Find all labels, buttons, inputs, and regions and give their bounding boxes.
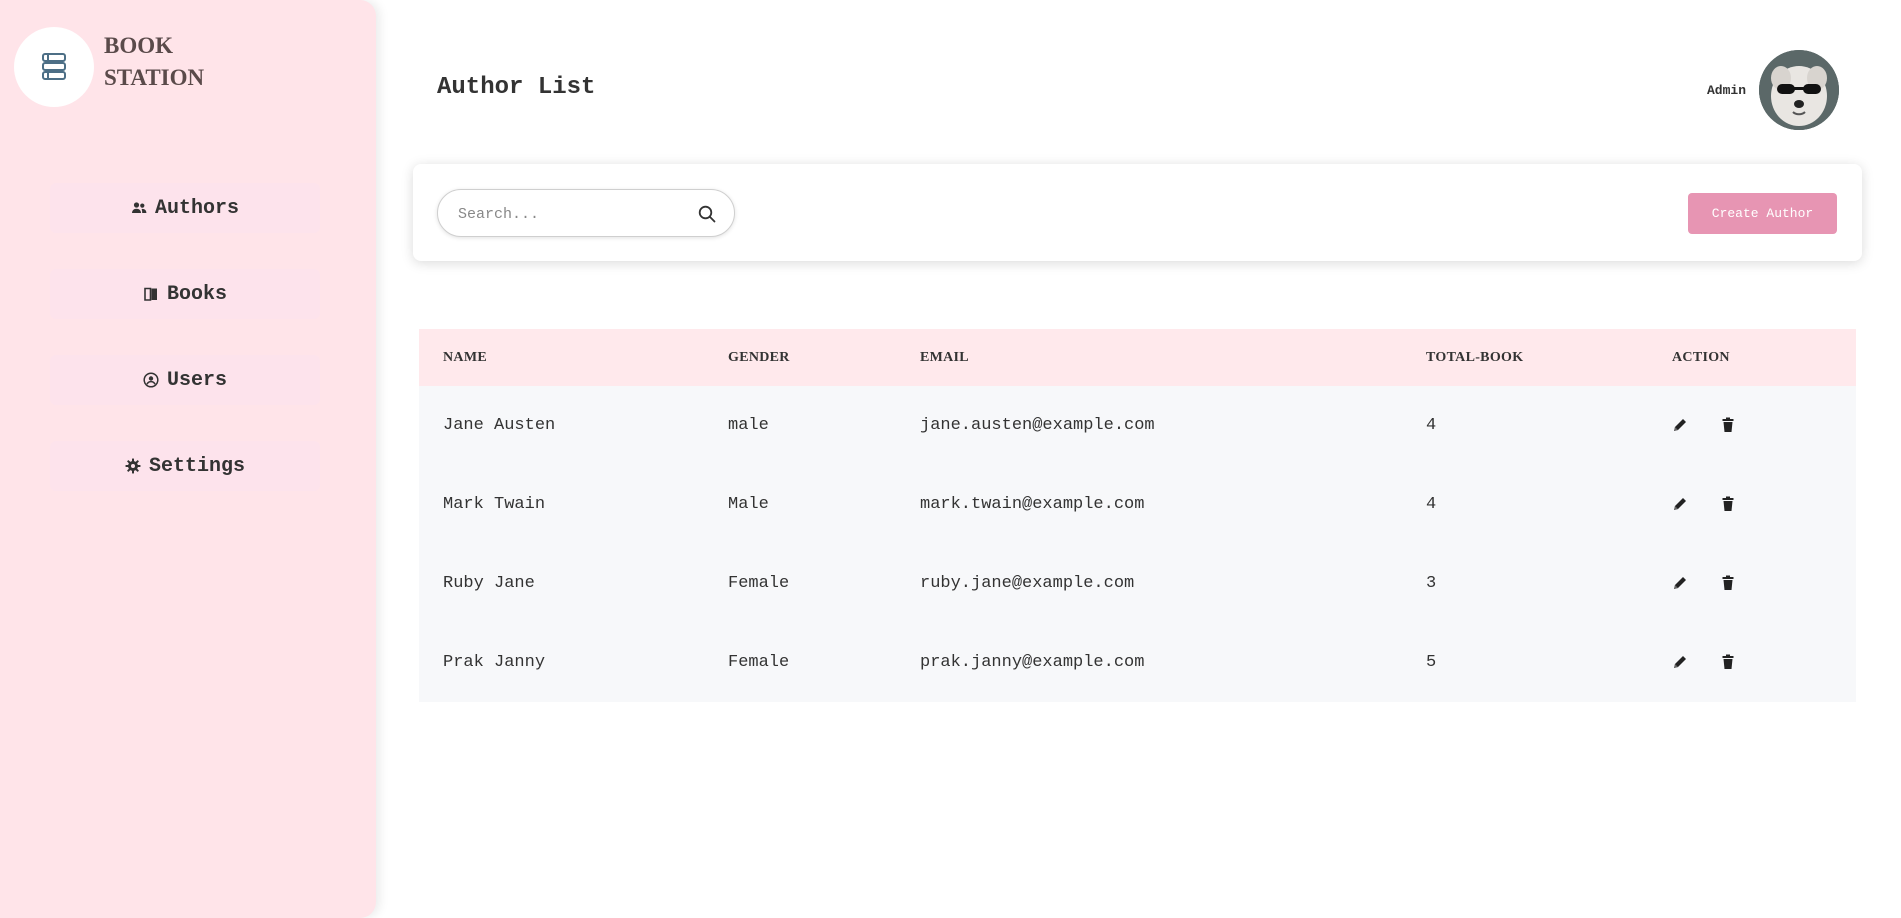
- sidebar-item-authors[interactable]: Authors: [50, 183, 320, 233]
- search-input[interactable]: [458, 202, 688, 226]
- user-circle-icon: [143, 372, 159, 388]
- cell-total-book: 4: [1426, 495, 1437, 514]
- books-stack-icon: [42, 53, 66, 80]
- column-header-email[interactable]: EMAIL: [896, 329, 1402, 386]
- cell-gender: Male: [728, 495, 769, 514]
- column-header-total-book[interactable]: TOTAL-BOOK: [1402, 329, 1648, 386]
- toolbar: Create Author: [413, 164, 1862, 261]
- cell-name: Mark Twain: [443, 495, 546, 514]
- cell-name: Ruby Jane: [443, 574, 535, 593]
- sidebar-item-users[interactable]: Users: [50, 355, 320, 405]
- cell-action: [1648, 623, 1856, 702]
- user-role-label: Admin: [1707, 83, 1747, 98]
- column-header-name[interactable]: NAME: [419, 329, 704, 386]
- cell-gender: Female: [728, 653, 790, 672]
- authors-table: NAME GENDER EMAIL TOTAL-BOOK ACTION Jane…: [419, 329, 1856, 702]
- edit-icon[interactable]: [1672, 496, 1688, 512]
- avatar[interactable]: [1759, 50, 1839, 130]
- cell-action: [1648, 465, 1856, 544]
- table-row: Prak Janny Female prak.janny@example.com…: [419, 623, 1856, 702]
- book-icon: [144, 287, 157, 301]
- search-icon[interactable]: [698, 205, 716, 223]
- create-author-button[interactable]: Create Author: [1688, 193, 1837, 234]
- sidebar-item-label: Authors: [154, 196, 239, 220]
- gear-icon: [125, 458, 141, 474]
- column-header-action: ACTION: [1672, 349, 1730, 365]
- column-header-gender[interactable]: GENDER: [704, 329, 896, 386]
- cell-email: ruby.jane@example.com: [920, 574, 1135, 593]
- table-row: Ruby Jane Female ruby.jane@example.com 3: [419, 544, 1856, 623]
- trash-icon[interactable]: [1720, 575, 1736, 591]
- search-box[interactable]: [437, 189, 735, 237]
- users-icon: [131, 202, 147, 213]
- cell-total-book: 3: [1426, 574, 1437, 593]
- brand-name: BOOK STATION: [104, 30, 204, 94]
- cell-email: mark.twain@example.com: [920, 495, 1145, 514]
- edit-icon[interactable]: [1672, 575, 1688, 591]
- cell-action: [1648, 544, 1856, 623]
- brand-line-1: BOOK: [104, 33, 174, 58]
- trash-icon[interactable]: [1720, 496, 1736, 512]
- table-header-row: NAME GENDER EMAIL TOTAL-BOOK ACTION: [419, 329, 1856, 386]
- table-row: Mark Twain Male mark.twain@example.com 4: [419, 465, 1856, 544]
- cell-action: [1648, 386, 1856, 465]
- cell-total-book: 5: [1426, 653, 1437, 672]
- sidebar-item-label: Settings: [148, 454, 245, 478]
- sidebar: BOOK STATION Authors Books Users Setting…: [0, 0, 376, 918]
- cell-email: jane.austen@example.com: [920, 416, 1155, 435]
- cell-gender: Female: [728, 574, 790, 593]
- cell-name: Jane Austen: [443, 416, 556, 435]
- trash-icon[interactable]: [1720, 417, 1736, 433]
- sidebar-item-label: Books: [166, 282, 227, 306]
- edit-icon[interactable]: [1672, 654, 1688, 670]
- cell-gender: male: [728, 416, 769, 435]
- cell-email: prak.janny@example.com: [920, 653, 1145, 672]
- cell-name: Prak Janny: [443, 653, 546, 672]
- logo[interactable]: [14, 27, 94, 107]
- cell-total-book: 4: [1426, 416, 1437, 435]
- trash-icon[interactable]: [1720, 654, 1736, 670]
- table-row: Jane Austen male jane.austen@example.com…: [419, 386, 1856, 465]
- sidebar-item-books[interactable]: Books: [50, 269, 320, 319]
- sidebar-item-settings[interactable]: Settings: [50, 441, 320, 491]
- sidebar-item-label: Users: [166, 368, 227, 392]
- brand-line-2: STATION: [104, 65, 205, 90]
- edit-icon[interactable]: [1672, 417, 1688, 433]
- page-title: Author List: [437, 74, 596, 101]
- dog-avatar-icon: [1759, 50, 1839, 130]
